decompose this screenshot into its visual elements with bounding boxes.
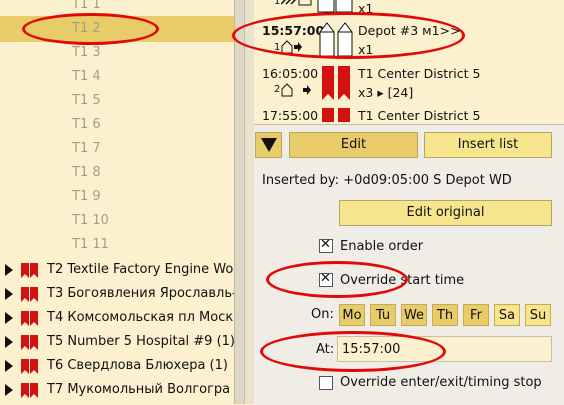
order-count: x1 [358, 42, 374, 57]
tram-stop-icon [322, 66, 350, 100]
override-start-checkbox[interactable] [319, 271, 333, 287]
triangle-down-icon [260, 138, 277, 152]
tree-group-label: T5 Number 5 Hospital #9 (1) [47, 334, 234, 349]
at-label: At: [316, 342, 335, 357]
tree-group-label: T3 Богоявления Ярославль- [47, 286, 234, 301]
depot-arrow-icon [281, 40, 302, 54]
tree-item-t1-11[interactable]: T1 11 [72, 237, 109, 252]
tram-line-icon [21, 287, 38, 302]
days-label: On: [311, 307, 334, 322]
row-index: 2 [274, 84, 281, 95]
row-index: 1 [274, 0, 281, 7]
tree-group-label: T2 Textile Factory Engine Wor [47, 262, 234, 277]
order-count: x3 ▸ [24] [358, 85, 414, 100]
tree-item-t1-1[interactable]: T1 1 [72, 0, 101, 12]
tree-group-t7[interactable]: T7 Мукомольный Волгогра [0, 380, 234, 400]
day-toggle-mo[interactable]: Mo [339, 304, 365, 326]
enable-order-checkbox[interactable] [319, 237, 333, 253]
departure-time: 17:55:00 [262, 108, 319, 122]
tram-line-icon [21, 311, 38, 326]
expand-arrow-icon[interactable] [5, 360, 13, 372]
tree-group-t6[interactable]: T6 Свердлова Блюхера (1) [0, 356, 234, 376]
tree-group-label: T7 Мукомольный Волгогра [47, 382, 231, 397]
expand-arrow-icon[interactable] [5, 312, 13, 324]
destination-label: T1 Center District 5 [358, 66, 481, 81]
depot-icon [317, 0, 353, 13]
tree-group-t5[interactable]: T5 Number 5 Hospital #9 (1) [0, 332, 234, 352]
override-start-label: Override start time [340, 273, 465, 288]
order-count: x1 [358, 1, 374, 16]
schedule-row[interactable]: 16:05:00 2 T1 Center District 5 x3 ▸ [24… [254, 62, 564, 104]
day-toggle-we[interactable]: We [401, 304, 427, 326]
tram-line-icon [21, 383, 38, 398]
expand-arrow-icon[interactable] [5, 384, 13, 396]
override-exit-label: Override enter/exit/timing stop [340, 375, 542, 390]
tree-item-t1-3[interactable]: T1 3 [72, 45, 101, 60]
row-index: 1 [274, 42, 281, 53]
departure-time: 15:57:00 [262, 23, 325, 38]
tram-line-icon [21, 335, 38, 350]
start-time-value: 15:57:00 [342, 342, 401, 357]
conditions-arrow-icon [281, 83, 311, 97]
edit-button[interactable]: Edit [289, 132, 418, 158]
tree-group-label: T4 Комсомольская пл Моск [47, 310, 234, 325]
override-exit-checkbox[interactable] [319, 376, 333, 390]
tree-item-t1-4[interactable]: T1 4 [72, 69, 101, 84]
dropdown-button[interactable] [255, 132, 282, 158]
schedule-row[interactable]: 1 x1 [254, 0, 564, 16]
order-settings-panel [254, 124, 564, 405]
tree-item-t1-2[interactable]: T1 2 [72, 21, 101, 36]
tree-group-label: T6 Свердлова Блюхера (1) [47, 358, 228, 373]
line-tree-panel: T1 1 T1 2 T1 3 T1 4 T1 5 T1 6 T1 7 T1 8 … [0, 0, 234, 404]
tree-item-t1-7[interactable]: T1 7 [72, 141, 101, 156]
tree-item-t1-10[interactable]: T1 10 [72, 213, 109, 228]
schedule-row[interactable]: 17:55:00 T1 Center District 5 [254, 105, 564, 122]
start-time-input[interactable]: 15:57:00 [337, 336, 552, 362]
day-toggle-su[interactable]: Su [525, 304, 551, 326]
tree-group-t4[interactable]: T4 Комсомольская пл Моск [0, 308, 234, 328]
expand-arrow-icon[interactable] [5, 264, 13, 276]
conditions-icon [281, 0, 312, 6]
schedule-list: 1 x1 15:57:00 1 Depot #3 м1>> x1 16:05:0… [254, 0, 564, 122]
tram-line-icon [21, 263, 38, 278]
day-toggle-th[interactable]: Th [432, 304, 458, 326]
day-toggle-sa[interactable]: Sa [494, 304, 520, 326]
tree-item-t1-6[interactable]: T1 6 [72, 117, 101, 132]
expand-arrow-icon[interactable] [5, 288, 13, 300]
destination-label: T1 Center District 5 [358, 108, 481, 122]
edit-original-button[interactable]: Edit original [339, 200, 552, 226]
destination-label: Depot #3 м1>> [358, 23, 461, 38]
day-toggle-tu[interactable]: Tu [370, 304, 396, 326]
tram-line-icon [21, 359, 38, 374]
tree-group-t3[interactable]: T3 Богоявления Ярославль- [0, 284, 234, 304]
departure-time: 16:05:00 [262, 66, 319, 81]
enable-order-label: Enable order [340, 239, 424, 254]
depot-icon [319, 22, 353, 57]
inserted-by-text: Inserted by: +0d09:05:00 S Depot WD [262, 173, 512, 188]
tree-item-t1-9[interactable]: T1 9 [72, 189, 101, 204]
tree-item-t1-8[interactable]: T1 8 [72, 165, 101, 180]
selected-row-highlight [0, 16, 234, 42]
panel-divider[interactable] [244, 0, 254, 404]
expand-arrow-icon[interactable] [5, 336, 13, 348]
schedule-row-selected[interactable]: 15:57:00 1 Depot #3 м1>> x1 [254, 18, 564, 60]
insert-list-button[interactable]: Insert list [424, 132, 552, 158]
tram-stop-icon [322, 108, 350, 122]
day-toggle-fr[interactable]: Fr [463, 304, 489, 326]
tree-group-t2[interactable]: T2 Textile Factory Engine Wor [0, 260, 234, 280]
tree-item-t1-5[interactable]: T1 5 [72, 93, 101, 108]
